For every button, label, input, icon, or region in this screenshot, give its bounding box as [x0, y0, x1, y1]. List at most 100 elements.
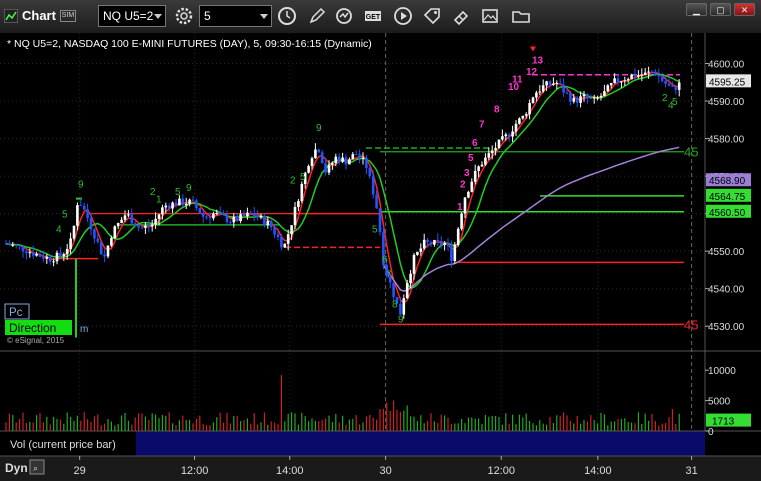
- image-button[interactable]: [479, 5, 501, 27]
- volume-bar: [127, 420, 129, 431]
- volume-bar: [559, 415, 561, 431]
- volume-bar: [678, 413, 680, 431]
- level-label: 45: [684, 145, 698, 160]
- candle-body: [361, 157, 365, 159]
- candle-body: [518, 118, 521, 124]
- price-tick-label: 4530.00: [708, 322, 745, 333]
- volume-bar: [372, 417, 374, 431]
- minimize-button[interactable]: ▁: [686, 3, 707, 16]
- volume-bar: [321, 420, 323, 431]
- volume-bar: [216, 417, 218, 431]
- candle-body: [575, 97, 579, 103]
- folder-button[interactable]: [510, 5, 532, 27]
- volume-bar: [447, 417, 449, 431]
- sequence-count-marker: 5: [672, 97, 678, 108]
- candle-body: [378, 208, 382, 233]
- volume-bar: [257, 424, 259, 431]
- volume-bar: [117, 424, 119, 431]
- candle-body: [351, 154, 355, 160]
- candle-body: [399, 303, 402, 315]
- candle-body: [426, 239, 429, 243]
- candle-body: [633, 74, 637, 77]
- candle-body: [62, 254, 66, 256]
- candle-body: [259, 216, 263, 218]
- volume-bar: [576, 416, 578, 431]
- candle-body: [188, 199, 191, 204]
- level-label: 45: [684, 317, 698, 332]
- interval-dropdown[interactable]: 5: [199, 5, 272, 27]
- volume-bar: [144, 416, 146, 431]
- candle-body: [344, 157, 348, 165]
- candle-body: [11, 244, 15, 246]
- close-button[interactable]: ✕: [734, 3, 755, 16]
- time-tick-label: 31: [685, 465, 697, 477]
- candle-body: [205, 216, 208, 218]
- time-tick-label: 30: [380, 465, 392, 477]
- candle-body: [558, 83, 562, 85]
- symbol-dropdown[interactable]: NQ U5=2: [98, 5, 166, 27]
- price-pane[interactable]: [0, 33, 705, 351]
- dyn-label[interactable]: Dyn: [5, 461, 28, 475]
- candle-body: [348, 159, 351, 165]
- sequence-count-marker: 1: [457, 202, 463, 213]
- volume-bar: [107, 418, 109, 431]
- candle-body: [524, 114, 528, 116]
- sequence-count-marker: 7: [479, 119, 485, 130]
- link-tool-button[interactable]: [450, 5, 472, 27]
- candle-body: [42, 256, 45, 259]
- candle-body: [171, 202, 174, 209]
- candle-body: [660, 76, 664, 81]
- candle-body: [613, 78, 616, 84]
- volume-bar: [76, 415, 78, 431]
- volume-bar: [192, 423, 194, 431]
- candle-body: [167, 205, 171, 209]
- volume-bar: [389, 410, 391, 431]
- volume-bar: [525, 413, 527, 431]
- candle-body: [416, 251, 419, 255]
- candle-body: [657, 74, 661, 77]
- volume-bar: [73, 420, 75, 431]
- symbol-settings-button[interactable]: [173, 5, 195, 27]
- candle-body: [242, 214, 246, 217]
- volume-bar: [277, 424, 279, 431]
- candle-body: [467, 191, 470, 198]
- candle-body: [392, 282, 395, 297]
- maximize-button[interactable]: ▢: [710, 3, 731, 16]
- sequence-count-marker: 9: [78, 179, 84, 190]
- gear-icon: [175, 7, 193, 25]
- price-tag-label: 4568.90: [709, 176, 746, 187]
- volume-tag-label: 1713: [712, 417, 735, 428]
- candle-body: [592, 97, 596, 99]
- playback-button[interactable]: [392, 5, 414, 27]
- svg-text:GET: GET: [366, 14, 381, 21]
- tag-button[interactable]: [421, 5, 443, 27]
- get-data-button[interactable]: GET: [362, 5, 384, 27]
- candle-body: [76, 205, 79, 226]
- time-tick-label: 14:00: [584, 465, 612, 477]
- interval-clock-button[interactable]: [276, 5, 298, 27]
- volume-bar: [5, 422, 7, 431]
- sequence-count-marker: 5: [300, 172, 306, 183]
- volume-bar: [121, 415, 123, 431]
- draw-tool-button[interactable]: [306, 5, 328, 27]
- volume-bar: [22, 412, 24, 431]
- sequence-count-marker: 5: [372, 224, 378, 235]
- candle-body: [582, 94, 586, 97]
- maximize-icon: ▢: [716, 5, 725, 15]
- refresh-button[interactable]: [333, 5, 355, 27]
- candle-body: [283, 243, 287, 248]
- volume-bar: [556, 415, 558, 431]
- chart-area[interactable]: 123567810111213954215 92 5956789245 4600.0…: [0, 33, 761, 481]
- candle-body: [565, 92, 569, 94]
- candle-body: [528, 103, 531, 115]
- candle-body: [603, 91, 606, 96]
- candle-body: [320, 152, 324, 164]
- volume-bar: [114, 425, 116, 431]
- volume-bar: [376, 419, 378, 431]
- candle-body: [552, 83, 555, 85]
- volume-bar: [403, 410, 405, 431]
- volume-bar: [580, 423, 582, 431]
- volume-bar: [437, 422, 439, 431]
- candle-body: [174, 202, 178, 206]
- candle-body: [375, 194, 378, 209]
